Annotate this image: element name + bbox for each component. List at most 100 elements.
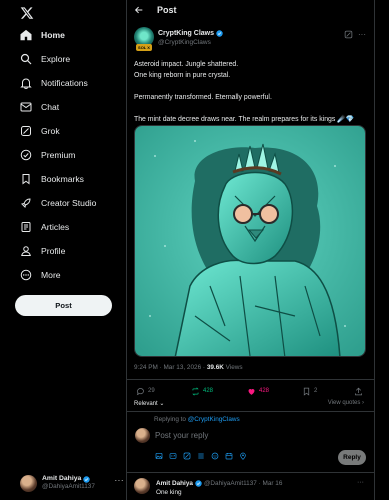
view-quotes-link[interactable]: View quotes › — [328, 400, 364, 406]
account-handle: @DahiyaAmit1137 — [42, 483, 95, 491]
tweet-line: Asteroid impact. Jungle shattered. — [134, 61, 239, 68]
back-arrow-icon[interactable] — [134, 5, 144, 15]
mail-icon — [20, 102, 32, 112]
author-name[interactable]: CryptKing Claws — [158, 30, 214, 37]
author-badge: SOL X — [136, 44, 152, 51]
reply-author-meta: @DahiyaAmit1137 · Mar 16 — [203, 480, 283, 487]
author-handle[interactable]: @CryptKingClaws — [158, 39, 211, 46]
reply-input[interactable]: Post your reply — [155, 431, 208, 440]
nav-label: Notifications — [41, 78, 88, 88]
main-column: Post SOL X CryptKing Claws @CryptKingCla… — [126, 0, 375, 500]
more-options-icon[interactable]: ··· — [357, 479, 364, 486]
tweet-line: The mint date decree draws near. The rea… — [134, 116, 355, 123]
tweet-media-image[interactable] — [134, 125, 366, 357]
sort-replies-dropdown[interactable]: Relevant ⌄ — [134, 400, 164, 407]
more-circle-icon — [20, 269, 32, 281]
nav-label: Explore — [41, 54, 71, 64]
nav-item-articles[interactable]: Articles — [20, 220, 69, 234]
reply-count: 29 — [148, 388, 155, 394]
tweet-actions: 29 428 428 2 — [134, 385, 366, 397]
reply-submit-button[interactable]: Reply — [338, 450, 366, 465]
nav-label: Chat — [41, 102, 60, 112]
home-icon — [20, 29, 32, 41]
reply-author-name[interactable]: Amit Dahiya — [156, 480, 193, 487]
divider — [127, 472, 374, 473]
nav-item-premium[interactable]: Premium — [20, 148, 75, 162]
nav-item-explore[interactable]: Explore — [20, 52, 70, 66]
verified-badge-icon — [216, 30, 223, 37]
bell-icon — [20, 78, 32, 89]
crystal-lion-illustration — [135, 126, 365, 356]
bookmark-button[interactable]: 2 — [302, 387, 317, 396]
nav-label: Home — [41, 30, 65, 40]
x-logo-icon[interactable] — [20, 6, 34, 20]
gif-icon[interactable] — [169, 452, 177, 460]
nav-label: Premium — [41, 150, 76, 160]
more-options-icon[interactable]: ··· — [358, 30, 366, 39]
account-switcher[interactable]: Amit Dahiya @DahiyaAmit1137 ··· — [20, 472, 126, 494]
post-button[interactable]: Post — [15, 295, 112, 316]
emoji-icon[interactable] — [211, 452, 219, 460]
like-count: 428 — [259, 388, 270, 394]
left-navigation: Home Explore Notifications Chat Grok Pre… — [0, 0, 126, 500]
location-icon[interactable] — [239, 452, 247, 460]
reply-icon — [136, 387, 144, 395]
share-button[interactable] — [354, 387, 363, 396]
reply-toolbar — [155, 452, 247, 460]
replying-to: Replying to @CryptKingClaws — [154, 416, 240, 423]
nav-item-creator-studio[interactable]: Creator Studio — [20, 196, 96, 210]
nav-label: Creator Studio — [41, 198, 97, 208]
post-header: Post — [127, 0, 374, 22]
nav-item-chat[interactable]: Chat — [20, 100, 59, 114]
grok-icon[interactable] — [344, 30, 353, 39]
nav-item-notifications[interactable]: Notifications — [20, 76, 88, 90]
reply-button[interactable]: 29 — [136, 387, 155, 396]
bookmark-icon — [22, 174, 30, 185]
reply-text: One king — [156, 489, 182, 496]
search-icon — [20, 53, 32, 65]
tweet-timestamp[interactable]: 9:24 PM · Mar 13, 2026 · — [134, 364, 207, 371]
repost-button[interactable]: 428 — [191, 386, 213, 396]
avatar — [135, 428, 150, 443]
heart-icon — [248, 388, 255, 395]
nav-label: Grok — [41, 126, 60, 136]
image-icon[interactable] — [155, 452, 163, 460]
schedule-icon[interactable] — [225, 452, 233, 460]
nav-label: Bookmarks — [41, 174, 84, 184]
nav-label: Profile — [41, 246, 66, 256]
avatar[interactable] — [134, 478, 150, 494]
account-more-icon[interactable]: ··· — [115, 476, 125, 485]
tweet-line: One king reborn in pure crystal. — [134, 72, 231, 79]
nav-label: Articles — [41, 222, 70, 232]
bookmark-icon — [303, 387, 310, 396]
verified-badge-icon — [195, 480, 202, 487]
nav-item-more[interactable]: More — [20, 268, 61, 282]
tweet-text: Asteroid impact. Jungle shattered. One k… — [134, 59, 366, 125]
divider — [127, 379, 374, 380]
verified-badge-icon — [83, 476, 90, 483]
rocket-icon — [21, 198, 31, 208]
person-icon — [21, 246, 31, 256]
article-icon — [21, 222, 31, 232]
grok-icon — [21, 126, 31, 136]
nav-item-profile[interactable]: Profile — [20, 244, 65, 258]
divider — [127, 411, 374, 412]
replying-to-handle[interactable]: @CryptKingClaws — [188, 416, 240, 423]
tweet-author: SOL X CryptKing Claws @CryptKingClaws ··… — [134, 27, 366, 51]
share-icon — [355, 387, 362, 395]
nav-item-grok[interactable]: Grok — [20, 124, 60, 138]
nav-label: More — [41, 270, 61, 280]
like-button[interactable]: 428 — [247, 387, 269, 396]
views-count: 39.6K — [206, 364, 224, 371]
premium-icon — [20, 149, 32, 161]
repost-icon — [192, 386, 199, 396]
list-icon[interactable] — [197, 452, 205, 460]
account-name: Amit Dahiya — [42, 475, 82, 483]
grok-icon[interactable] — [183, 452, 191, 460]
nav-item-home[interactable]: Home — [20, 28, 65, 42]
nav-item-bookmarks[interactable]: Bookmarks — [20, 172, 84, 186]
bookmark-count: 2 — [314, 388, 318, 394]
page-title: Post — [157, 5, 177, 15]
